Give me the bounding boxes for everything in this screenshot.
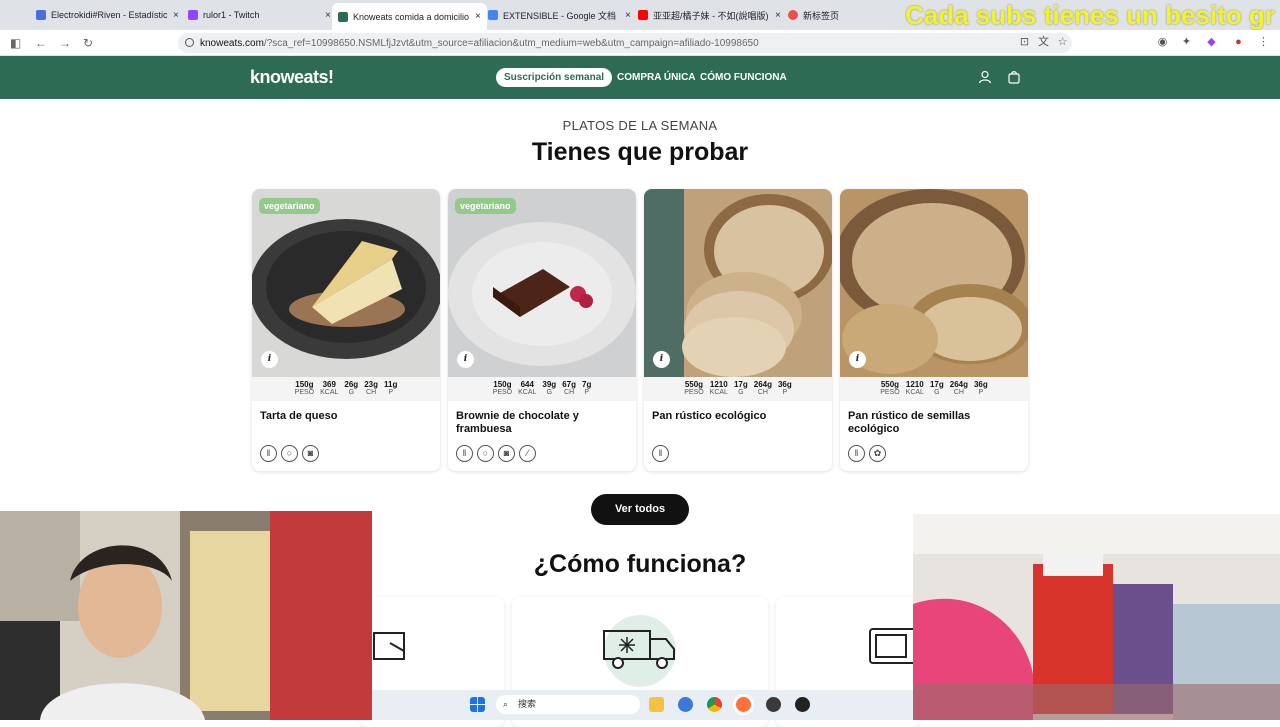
product-card[interactable]: i 550g PESO 1210 KCAL 17g G 264g CH 36g P Pan… <box>644 189 832 471</box>
gluten-icon: ǁ <box>456 445 473 462</box>
browser-tab-bar: Electrokidi#Riven - Estadístic × rulor1 -… <box>0 0 1280 30</box>
product-name[interactable]: Tarta de queso <box>260 410 430 423</box>
microwave-icon <box>869 628 916 664</box>
allergen-list: ǁ <box>652 445 669 462</box>
webcam-right-feed <box>913 514 1280 720</box>
egg-icon: ○ <box>281 445 298 462</box>
nuts-icon: ∕ <box>519 445 536 462</box>
product-card[interactable]: i 550g PESO 1210 KCAL 17g G 264g CH 36g P Pan… <box>840 189 1028 471</box>
product-name[interactable]: Pan rústico de semillas ecológico <box>848 410 1018 436</box>
section-title: Tienes que probar <box>531 138 749 166</box>
user-icon[interactable] <box>978 70 992 84</box>
close-icon[interactable]: × <box>775 10 781 21</box>
cart-icon[interactable] <box>1007 70 1021 84</box>
back-icon[interactable]: ← <box>35 36 47 50</box>
extensions-icon[interactable]: ✦ <box>1180 36 1193 49</box>
knoweats-logo[interactable]: knoweats! <box>250 67 334 88</box>
docs-icon <box>488 10 498 20</box>
stream-overlay-text: Cada subs tienes un besito gr <box>905 0 1275 30</box>
allergen-list: ǁ ✿ <box>848 445 886 462</box>
tab-google-docs[interactable]: EXTENSIBLE - Google 文档 × <box>482 4 637 26</box>
rustic-bread-image <box>644 189 832 377</box>
delivery-truck-icon <box>603 615 676 687</box>
info-icon[interactable]: i <box>457 351 474 368</box>
bookmark-star-icon[interactable]: ☆ <box>1056 36 1069 49</box>
menu-icon[interactable]: ⋮ <box>1257 36 1270 49</box>
ver-todos-button[interactable]: Ver todos <box>591 494 689 525</box>
translate-icon[interactable]: 文 <box>1037 36 1050 49</box>
app-icon[interactable] <box>678 697 693 712</box>
file-explorer-icon[interactable] <box>649 697 664 712</box>
app-icon[interactable] <box>766 697 781 712</box>
product-card[interactable]: vegetariano i 150g PESO 644 KCAL 39g G 67g C… <box>448 189 636 471</box>
product-card[interactable]: vegetariano i 150g PESO 369 KCAL 26g G 23g C… <box>252 189 440 471</box>
close-icon[interactable]: × <box>625 10 631 21</box>
webcam-left-feed <box>0 511 372 720</box>
tab-youtube[interactable]: 亚亚超/橘子妹 - 不如(說唱版) × <box>632 4 787 26</box>
tab-electrokidi[interactable]: Electrokidi#Riven - Estadístic × <box>30 4 185 26</box>
chrome-icon[interactable] <box>707 697 722 712</box>
nav-como-funciona[interactable]: CÓMO FUNCIONA <box>700 72 787 83</box>
address-bar-row: ◧ ← → ↻ knoweats.com/?sca_ref=10998650.N… <box>0 30 1280 56</box>
twitch-icon <box>188 10 198 20</box>
gluten-icon: ǁ <box>652 445 669 462</box>
reload-icon[interactable]: ↻ <box>83 36 93 50</box>
close-icon[interactable]: × <box>475 11 481 22</box>
search-icon: ⌕ <box>503 699 509 709</box>
info-icon[interactable]: i <box>261 351 278 368</box>
close-icon[interactable]: × <box>173 10 179 21</box>
webcam-right <box>913 514 1280 720</box>
tab-twitch[interactable]: rulor1 - Twitch × <box>182 4 337 26</box>
url-field[interactable]: knoweats.com/?sca_ref=10998650.NSMLfjJzv… <box>178 33 1072 53</box>
allergen-list: ǁ ○ ◙ <box>260 445 319 462</box>
gluten-icon: ǁ <box>260 445 277 462</box>
brownie-image <box>448 189 636 377</box>
section-subtitle: PLATOS DE LA SEMANA <box>562 118 718 133</box>
taskbar-search[interactable]: ⌕ 搜索 <box>496 695 640 714</box>
firefox-icon[interactable] <box>736 697 751 712</box>
taskbar <box>372 690 913 720</box>
obs-icon[interactable] <box>795 697 810 712</box>
close-icon[interactable]: × <box>325 10 331 21</box>
tab-knoweats[interactable]: Knoweats comida a domicilio × <box>332 3 487 30</box>
site-favicon-icon <box>36 10 46 20</box>
site-header: knoweats! Suscripción semanal COMPRA ÚNI… <box>0 56 1280 99</box>
milk-icon: ◙ <box>302 445 319 462</box>
nutrition-row: 550g PESO 1210 KCAL 17g G 264g CH 36g P <box>644 377 832 401</box>
nav-compra-unica[interactable]: COMPRA ÚNICA <box>617 72 696 83</box>
knoweats-favicon-icon <box>338 11 348 22</box>
cheesecake-image <box>252 189 440 377</box>
webcam-left <box>0 511 372 720</box>
info-icon[interactable]: i <box>653 351 670 368</box>
seeds-icon: ✿ <box>869 445 886 462</box>
info-icon[interactable]: i <box>849 351 866 368</box>
new-tab-favicon-icon <box>788 10 798 20</box>
egg-icon: ○ <box>477 445 494 462</box>
product-name[interactable]: Brownie de chocolate y frambuesa <box>456 410 626 436</box>
order-icon <box>373 632 405 660</box>
extension-icon[interactable]: ● <box>1232 36 1245 49</box>
site-info-icon[interactable] <box>185 38 194 47</box>
youtube-icon <box>638 10 648 20</box>
vegetarian-badge: vegetariano <box>455 198 516 214</box>
seed-bread-image <box>840 189 1028 377</box>
product-name[interactable]: Pan rústico ecológico <box>652 410 822 423</box>
gluten-icon: ǁ <box>848 445 865 462</box>
allergen-list: ǁ ○ ◙ ∕ <box>456 445 536 462</box>
nutrition-row: 150g PESO 369 KCAL 26g G 23g CH 11g P <box>252 377 440 401</box>
nutrition-row: 150g PESO 644 KCAL 39g G 67g CH 7g P <box>448 377 636 401</box>
subscription-button[interactable]: Suscripción semanal <box>496 68 613 87</box>
windows-start-icon[interactable] <box>470 697 485 712</box>
milk-icon: ◙ <box>498 445 515 462</box>
install-icon[interactable]: ⊡ <box>1018 36 1031 49</box>
nutrition-row: 550g PESO 1210 KCAL 17g G 264g CH 36g P <box>840 377 1028 401</box>
vegetarian-badge: vegetariano <box>259 198 320 214</box>
extension-icon[interactable]: ◆ <box>1205 36 1218 49</box>
forward-icon[interactable]: → <box>59 36 71 50</box>
tab-strip-icon[interactable]: ◧ <box>10 36 21 50</box>
profile-icon[interactable]: ◉ <box>1156 36 1169 49</box>
